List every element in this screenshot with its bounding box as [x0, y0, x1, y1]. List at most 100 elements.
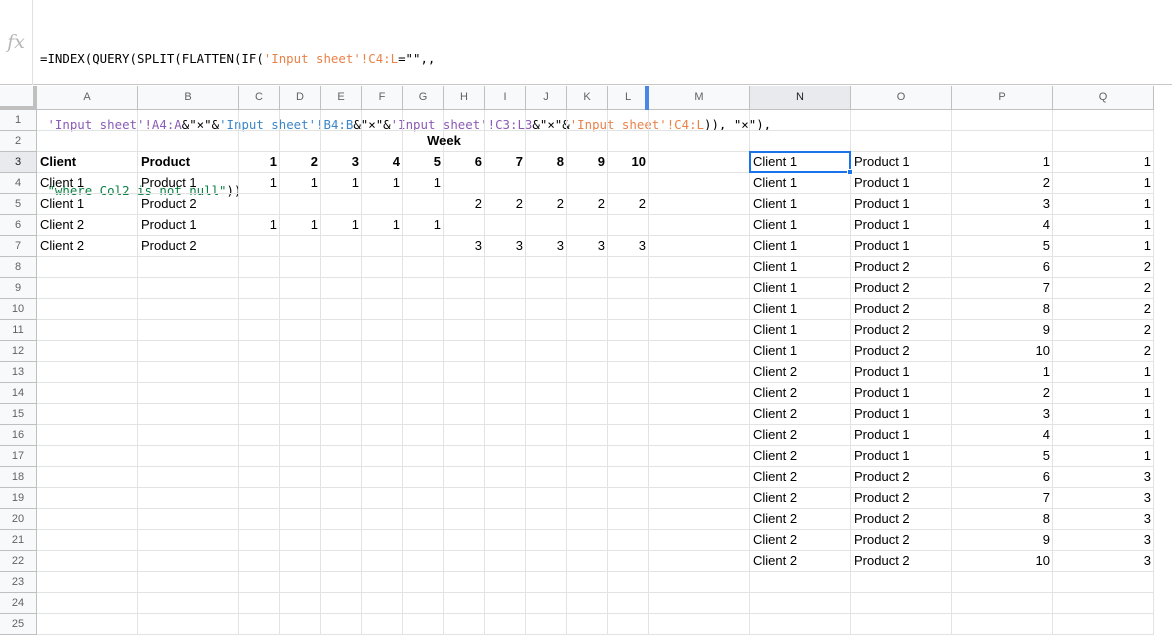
cell[interactable]: [138, 593, 239, 614]
cell[interactable]: [485, 320, 526, 341]
cell[interactable]: [485, 551, 526, 572]
cell[interactable]: [952, 131, 1053, 152]
cell[interactable]: [567, 299, 608, 320]
cell[interactable]: [362, 320, 403, 341]
cell-value[interactable]: Client 1: [750, 236, 851, 257]
cell[interactable]: [239, 467, 280, 488]
cell[interactable]: [608, 215, 649, 236]
cell[interactable]: [526, 446, 567, 467]
cell-value[interactable]: 5: [952, 446, 1053, 467]
cell[interactable]: [608, 362, 649, 383]
cell[interactable]: [239, 194, 280, 215]
cell[interactable]: [649, 110, 750, 131]
cell-value[interactable]: 1: [239, 173, 280, 194]
column-header-q[interactable]: Q: [1053, 86, 1154, 110]
cell[interactable]: [239, 593, 280, 614]
cell-value[interactable]: Client 1: [750, 278, 851, 299]
cell-value[interactable]: 3: [485, 236, 526, 257]
cell-value[interactable]: 10: [608, 152, 649, 173]
cell-value[interactable]: 8: [952, 509, 1053, 530]
cell[interactable]: [280, 257, 321, 278]
cell-value[interactable]: Client 1: [750, 173, 851, 194]
cell-value[interactable]: Product 2: [851, 257, 952, 278]
cell[interactable]: [362, 551, 403, 572]
cell[interactable]: [485, 404, 526, 425]
cell-value[interactable]: 1: [280, 173, 321, 194]
cell[interactable]: [362, 194, 403, 215]
cell[interactable]: [321, 551, 362, 572]
cell-value[interactable]: Client: [37, 152, 138, 173]
cell[interactable]: [37, 404, 138, 425]
row-header-17[interactable]: 17: [0, 446, 37, 467]
cell[interactable]: [37, 509, 138, 530]
cell[interactable]: [138, 299, 239, 320]
cell-value[interactable]: Product 1: [851, 173, 952, 194]
row-header-13[interactable]: 13: [0, 362, 37, 383]
cell-value[interactable]: 1: [239, 215, 280, 236]
cell[interactable]: [321, 593, 362, 614]
cell[interactable]: [608, 509, 649, 530]
cell[interactable]: [362, 425, 403, 446]
cell[interactable]: [526, 467, 567, 488]
column-header-g[interactable]: G: [403, 86, 444, 110]
cell-value[interactable]: 1: [1053, 425, 1154, 446]
cell[interactable]: [362, 467, 403, 488]
cell-value[interactable]: 1: [1053, 404, 1154, 425]
cell-value[interactable]: 4: [952, 425, 1053, 446]
cell[interactable]: [403, 257, 444, 278]
cell[interactable]: [444, 446, 485, 467]
cell-value[interactable]: Product 1: [851, 215, 952, 236]
cell[interactable]: [608, 488, 649, 509]
cell-value[interactable]: 2: [1053, 257, 1154, 278]
column-header-j[interactable]: J: [526, 86, 567, 110]
cell[interactable]: [750, 593, 851, 614]
cell[interactable]: [1053, 572, 1154, 593]
cell-value[interactable]: 1: [280, 215, 321, 236]
cell[interactable]: [403, 194, 444, 215]
cell[interactable]: [608, 593, 649, 614]
cell-value[interactable]: 9: [567, 152, 608, 173]
cell-value[interactable]: 2: [485, 194, 526, 215]
cell-value[interactable]: 9: [952, 320, 1053, 341]
column-header-i[interactable]: I: [485, 86, 526, 110]
cell-value[interactable]: 2: [952, 383, 1053, 404]
row-header-22[interactable]: 22: [0, 551, 37, 572]
cell-value[interactable]: Client 1: [37, 194, 138, 215]
cell[interactable]: [362, 299, 403, 320]
cell[interactable]: [1053, 593, 1154, 614]
cell[interactable]: [321, 509, 362, 530]
cell-value[interactable]: Client 1: [750, 320, 851, 341]
cell[interactable]: [37, 110, 138, 131]
cell[interactable]: [239, 425, 280, 446]
cell[interactable]: [608, 257, 649, 278]
row-header-15[interactable]: 15: [0, 404, 37, 425]
cell[interactable]: [649, 278, 750, 299]
cell[interactable]: [239, 278, 280, 299]
cell-value[interactable]: Client 2: [37, 236, 138, 257]
cell[interactable]: [851, 110, 952, 131]
cell[interactable]: [567, 173, 608, 194]
column-header-a[interactable]: A: [37, 86, 138, 110]
cell-value[interactable]: 3: [1053, 509, 1154, 530]
cell[interactable]: [37, 278, 138, 299]
cell[interactable]: [362, 404, 403, 425]
cell-value[interactable]: Client 1: [750, 299, 851, 320]
cell[interactable]: [280, 383, 321, 404]
cell-value[interactable]: Client 2: [750, 404, 851, 425]
cell[interactable]: [321, 299, 362, 320]
cell[interactable]: [321, 425, 362, 446]
cell[interactable]: [280, 236, 321, 257]
cell[interactable]: [321, 467, 362, 488]
cell[interactable]: [138, 131, 239, 152]
cell-value[interactable]: 1: [1053, 152, 1154, 173]
cell[interactable]: [608, 425, 649, 446]
cell-value[interactable]: Product 2: [851, 341, 952, 362]
cell[interactable]: [444, 467, 485, 488]
cell[interactable]: [526, 320, 567, 341]
cell-value[interactable]: Product 1: [138, 215, 239, 236]
cell[interactable]: [362, 593, 403, 614]
cell[interactable]: [403, 341, 444, 362]
cell[interactable]: [37, 551, 138, 572]
cell[interactable]: [280, 425, 321, 446]
row-header-16[interactable]: 16: [0, 425, 37, 446]
